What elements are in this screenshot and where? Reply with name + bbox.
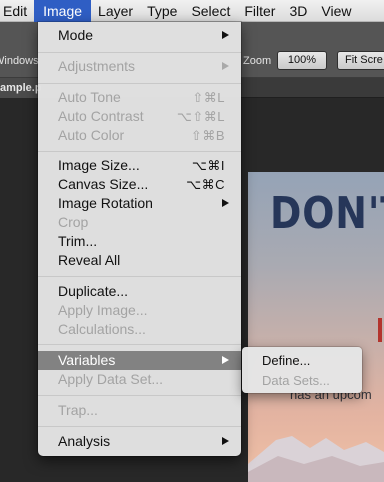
menu-item-mode[interactable]: Mode <box>38 26 241 45</box>
shortcut-label: ⇧⌘L <box>192 90 225 105</box>
submenu-arrow-icon <box>222 199 229 207</box>
menu-separator <box>38 52 241 53</box>
shortcut-label: ⇧⌘B <box>190 128 225 143</box>
submenu-item-define[interactable]: Define... <box>242 351 362 370</box>
menu-item-trap: Trap... <box>58 402 98 418</box>
menu-separator <box>38 83 241 84</box>
menu-item-trim[interactable]: Trim... <box>38 232 241 251</box>
submenu-arrow-icon <box>222 356 229 364</box>
menu-item-label: Auto Color <box>58 127 125 143</box>
menu-item-label: Analysis <box>58 433 111 449</box>
shortcut-label: ⌥⌘I <box>191 158 225 173</box>
menu-item-label: Image Size... <box>58 157 140 173</box>
menu-separator <box>38 426 241 427</box>
menu-filter[interactable]: Filter <box>237 0 282 22</box>
fit-screen-button[interactable]: Fit Scre <box>337 51 384 70</box>
menu-item-reveal-all[interactable]: Reveal All <box>38 251 241 270</box>
menu-item-label: Auto Contrast <box>58 108 144 124</box>
shortcut-label: ⌥⇧⌘L <box>176 109 225 124</box>
menu-item-variables[interactable]: Variables <box>38 351 241 370</box>
variables-submenu: Define... Data Sets... <box>242 347 362 393</box>
menu-item-calculations: Calculations... <box>58 321 146 337</box>
menu-item-auto-contrast: Auto Contrast ⌥⇧⌘L <box>38 107 241 126</box>
submenu-arrow-icon <box>222 62 229 70</box>
menu-item-auto-color: Auto Color ⇧⌘B <box>38 126 241 145</box>
document-headline: DON'T <box>270 188 384 239</box>
menu-item-apply-image: Apply Image... <box>58 302 148 318</box>
menu-item-label: Mode <box>58 27 94 43</box>
menu-type[interactable]: Type <box>140 0 184 22</box>
menu-item-label: Image Rotation <box>58 195 153 211</box>
menu-item-image-size[interactable]: Image Size... ⌥⌘I <box>38 156 241 175</box>
document-accent-mark <box>378 318 382 342</box>
submenu-arrow-icon <box>222 437 229 445</box>
shortcut-label: ⌥⌘C <box>186 177 225 192</box>
menu-item-canvas-size[interactable]: Canvas Size... ⌥⌘C <box>38 175 241 194</box>
menu-select[interactable]: Select <box>184 0 237 22</box>
mountain-image <box>248 436 384 482</box>
menu-3d[interactable]: 3D <box>282 0 314 22</box>
menu-view[interactable]: View <box>314 0 358 22</box>
photoshop-window: Edit Image Layer Type Select Filter 3D V… <box>0 0 384 482</box>
menu-edit[interactable]: Edit <box>0 0 34 22</box>
submenu-arrow-icon <box>222 31 229 39</box>
zoom-100-button[interactable]: 100% <box>277 51 327 70</box>
menu-separator <box>38 395 241 396</box>
menu-item-image-rotation[interactable]: Image Rotation <box>38 194 241 213</box>
menu-separator <box>38 276 241 277</box>
menu-item-label: Canvas Size... <box>58 176 149 192</box>
menu-item-label: Adjustments <box>58 58 136 74</box>
menu-item-auto-tone: Auto Tone ⇧⌘L <box>38 88 241 107</box>
menu-separator <box>38 344 241 345</box>
menubar: Edit Image Layer Type Select Filter 3D V… <box>0 0 384 22</box>
menu-separator <box>38 151 241 152</box>
image-menu-dropdown: Mode Adjustments Auto Tone ⇧⌘L Auto Cont… <box>38 22 241 456</box>
menu-item-apply-data-set: Apply Data Set... <box>58 371 164 387</box>
menu-item-analysis[interactable]: Analysis <box>38 432 241 451</box>
all-windows-label[interactable]: Windows <box>0 55 39 67</box>
menu-item-duplicate[interactable]: Duplicate... <box>38 282 241 301</box>
zoom-label: Zoom <box>243 55 272 67</box>
menu-layer[interactable]: Layer <box>91 0 140 22</box>
menu-item-crop: Crop <box>58 214 89 230</box>
menu-image[interactable]: Image <box>34 0 92 22</box>
menu-item-adjustments: Adjustments <box>38 57 241 76</box>
menu-item-label: Variables <box>58 352 116 368</box>
submenu-item-data-sets: Data Sets... <box>262 373 330 388</box>
menu-item-label: Auto Tone <box>58 89 121 105</box>
